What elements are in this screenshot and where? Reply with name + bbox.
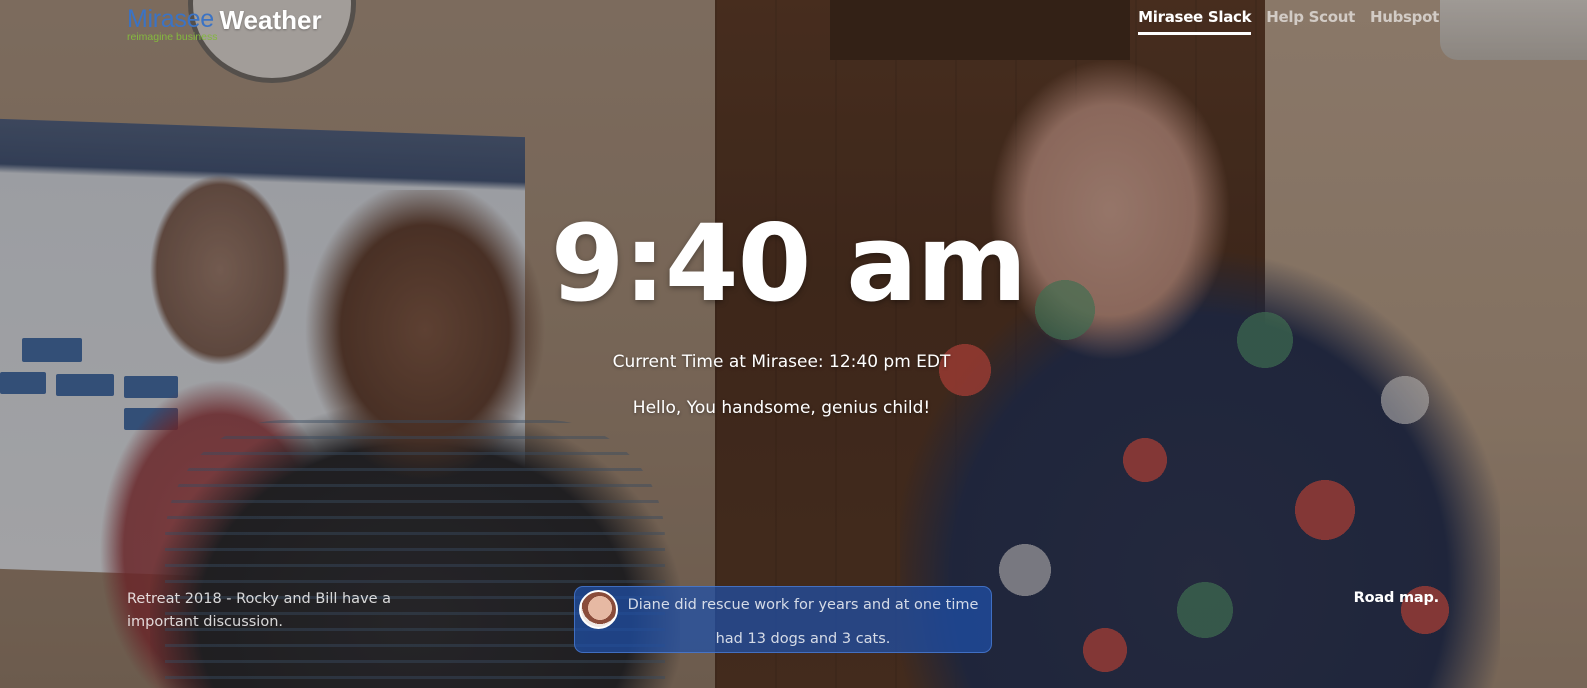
local-time: 9:40 am xyxy=(550,202,1028,325)
mirasee-current-time: Current Time at Mirasee: 12:40 pm EDT xyxy=(612,352,951,372)
team-fact-card: Diane did rescue work for years and at o… xyxy=(574,586,992,653)
app-title: Weather xyxy=(219,5,322,35)
avatar xyxy=(579,590,618,629)
brand[interactable]: Mirasee reimagine business Weather xyxy=(127,4,322,44)
mirasee-logo[interactable]: Mirasee reimagine business xyxy=(127,4,217,43)
background-photo xyxy=(0,0,1587,688)
team-fact-text: Diane did rescue work for years and at o… xyxy=(627,597,979,647)
nav-link-help-scout[interactable]: Help Scout xyxy=(1266,6,1355,35)
nav-link-mirasee-slack[interactable]: Mirasee Slack xyxy=(1138,6,1252,35)
logo-tagline: reimagine business xyxy=(127,31,218,43)
roadmap-link[interactable]: Road map. xyxy=(1354,590,1440,606)
greeting: Hello, You handsome, genius child! xyxy=(632,398,931,418)
photo-caption: Retreat 2018 - Rocky and Bill have a imp… xyxy=(127,591,392,630)
logo-name: Mirasee xyxy=(127,5,214,33)
top-nav: Mirasee Slack Help Scout Hubspot xyxy=(1138,6,1439,35)
nav-link-hubspot[interactable]: Hubspot xyxy=(1370,6,1439,35)
